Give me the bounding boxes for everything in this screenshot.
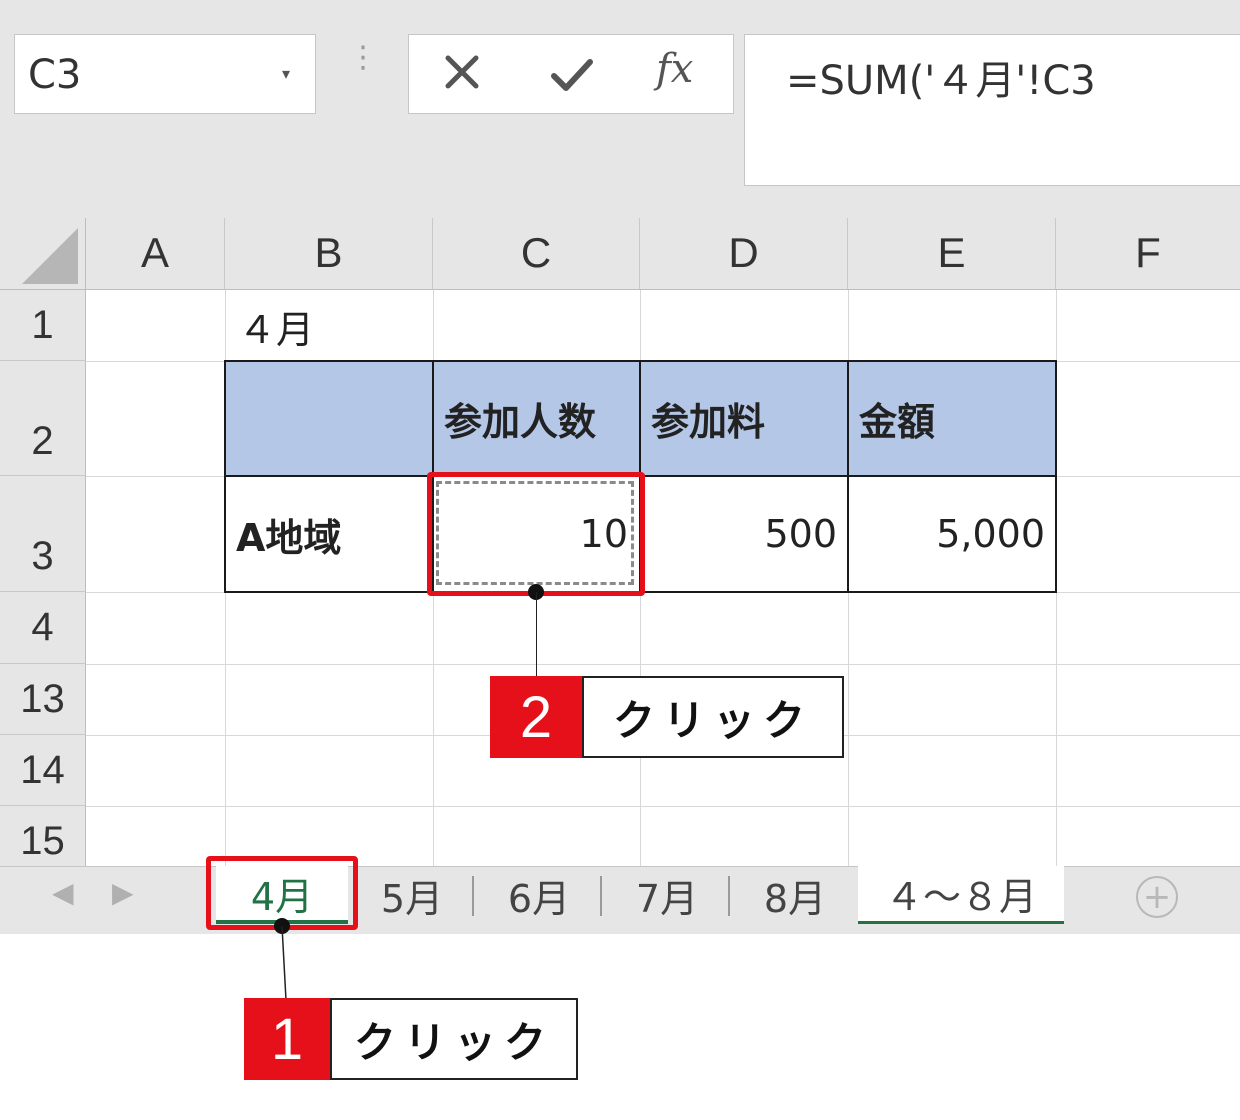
column-header-c[interactable]: C [433, 218, 640, 290]
sheet-tab-6月[interactable]: 6月 [484, 866, 594, 924]
next-sheet-icon[interactable]: ▶ [112, 876, 134, 909]
gridline [86, 806, 1240, 807]
select-all-triangle-icon [22, 228, 78, 284]
sheet-tab-7月[interactable]: 7月 [612, 866, 722, 924]
sheet-tab-4-8月[interactable]: ４～８月 [858, 866, 1064, 924]
cell-b2[interactable] [224, 360, 434, 477]
column-header-b[interactable]: B [225, 218, 433, 290]
cancel-icon[interactable] [440, 46, 484, 98]
grip-dots-icon[interactable]: ⋮ [348, 43, 380, 73]
formula-text: =SUM('４月'!C3 [786, 58, 1096, 104]
insert-function-icon[interactable]: fx [656, 46, 693, 92]
step-1-label: クリック [330, 998, 578, 1080]
callout-line [536, 592, 537, 676]
gridline [86, 664, 1240, 665]
column-header-e[interactable]: E [848, 218, 1056, 290]
row-header-14[interactable]: 14 [0, 735, 86, 806]
add-sheet-icon[interactable]: + [1136, 876, 1178, 918]
row-header-2[interactable]: 2 [0, 361, 86, 476]
tab-separator [600, 876, 602, 916]
sheet-tab-8月[interactable]: 8月 [740, 866, 850, 924]
cell-e3[interactable]: 5,000 [847, 475, 1057, 593]
cell-b1[interactable]: ４月 [238, 292, 314, 360]
column-header-d[interactable]: D [640, 218, 848, 290]
row-header-4[interactable]: 4 [0, 592, 86, 664]
column-header-f[interactable]: F [1056, 218, 1240, 290]
step-1-number: 1 [244, 998, 330, 1080]
row-header-1[interactable]: 1 [0, 290, 86, 361]
cell-c2[interactable]: 参加人数 [432, 360, 642, 477]
cell-b3[interactable]: A地域 [224, 475, 434, 593]
callout-line [281, 926, 287, 1000]
tab-separator [728, 876, 730, 916]
cell-e2[interactable]: 金額 [847, 360, 1057, 477]
step-2-label: クリック [582, 676, 844, 758]
cell-d2[interactable]: 参加料 [639, 360, 849, 477]
name-box-dropdown-icon[interactable]: ▾ [282, 64, 290, 83]
prev-sheet-icon[interactable]: ◀ [52, 876, 74, 909]
row-header-3[interactable]: 3 [0, 476, 86, 592]
row-header-13[interactable]: 13 [0, 664, 86, 735]
enter-check-icon[interactable] [548, 50, 596, 98]
highlight-box-c3 [427, 472, 645, 596]
column-header-a[interactable]: A [86, 218, 225, 290]
name-box-value: C3 [28, 52, 82, 98]
cell-d3[interactable]: 500 [639, 475, 849, 593]
sheet-tab-5月[interactable]: 5月 [360, 866, 464, 924]
tab-separator [472, 876, 474, 916]
row-header-15[interactable]: 15 [0, 806, 86, 866]
step-2-number: 2 [490, 676, 582, 758]
